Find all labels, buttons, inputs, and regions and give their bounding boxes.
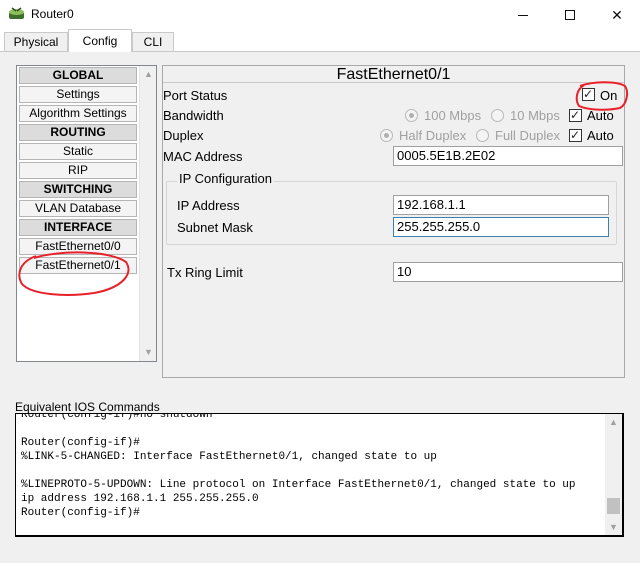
console-scroll-up-icon[interactable]: ▲: [605, 414, 622, 431]
duplex-auto-checkbox[interactable]: [569, 129, 582, 142]
ip-configuration-title: IP Configuration: [177, 171, 274, 186]
window-title: Router0: [31, 7, 74, 21]
bandwidth-100-radio[interactable]: [405, 109, 418, 122]
close-button[interactable]: ✕: [594, 0, 640, 30]
subnet-mask-label: Subnet Mask: [177, 220, 253, 235]
nav-item-vlan-database[interactable]: VLAN Database: [19, 200, 137, 217]
console-output: Router(config-if)#no shutdown Router(con…: [21, 413, 576, 519]
tab-cli[interactable]: CLI: [132, 32, 174, 52]
mac-address-field[interactable]: 0005.5E1B.2E02: [393, 146, 623, 166]
port-status-on-label: On: [600, 88, 618, 103]
ip-address-label: IP Address: [177, 198, 240, 213]
scroll-up-icon[interactable]: ▲: [140, 66, 157, 83]
duplex-label: Duplex: [163, 128, 204, 143]
router-app-icon: [9, 7, 24, 19]
title-bar: Router0 ✕: [0, 0, 640, 30]
port-status-label: Port Status: [163, 88, 228, 103]
duplex-full-radio[interactable]: [476, 129, 489, 142]
maximize-button[interactable]: [547, 0, 593, 30]
tab-config-cover: Config: [68, 29, 132, 52]
nav-header-routing[interactable]: ROUTING: [19, 124, 137, 141]
nav-item-settings[interactable]: Settings: [19, 86, 137, 103]
bandwidth-label: Bandwidth: [163, 108, 224, 123]
nav-header-global[interactable]: GLOBAL: [19, 67, 137, 84]
nav-item-rip[interactable]: RIP: [19, 162, 137, 179]
bandwidth-10-radio[interactable]: [491, 109, 504, 122]
nav-scrollbar[interactable]: ▲ ▼: [139, 66, 156, 361]
subnet-mask-field[interactable]: 255.255.255.0: [393, 217, 609, 237]
ios-commands-label: Equivalent IOS Commands: [15, 400, 160, 414]
bandwidth-10-label: 10 Mbps: [510, 108, 560, 123]
ip-address-field[interactable]: 192.168.1.1: [393, 195, 609, 215]
duplex-half-radio[interactable]: [380, 129, 393, 142]
nav-item-algorithm-settings[interactable]: Algorithm Settings: [19, 105, 137, 122]
console-scrollbar[interactable]: ▲ ▼: [605, 414, 622, 535]
console-scroll-thumb[interactable]: [607, 498, 620, 514]
bandwidth-auto-checkbox[interactable]: [569, 109, 582, 122]
scroll-down-icon[interactable]: ▼: [140, 344, 157, 361]
nav-header-interface[interactable]: INTERFACE: [19, 219, 137, 236]
nav-item-fastethernet0-1[interactable]: FastEthernet0/1: [19, 257, 137, 274]
console-scroll-down-icon[interactable]: ▼: [605, 519, 622, 535]
panel-title: FastEthernet0/1: [163, 66, 624, 83]
ios-commands-console[interactable]: Router(config-if)#no shutdown Router(con…: [15, 413, 624, 537]
mac-address-label: MAC Address: [163, 149, 243, 164]
bandwidth-100-label: 100 Mbps: [424, 108, 482, 123]
port-status-checkbox[interactable]: [582, 88, 595, 101]
bandwidth-auto-label: Auto: [587, 108, 614, 123]
nav-header-switching[interactable]: SWITCHING: [19, 181, 137, 198]
window-bottom-edge: [0, 563, 640, 569]
tx-ring-limit-label: Tx Ring Limit: [167, 265, 243, 280]
config-nav-list[interactable]: GLOBAL Settings Algorithm Settings ROUTI…: [16, 65, 157, 362]
nav-item-static[interactable]: Static: [19, 143, 137, 160]
minimize-button[interactable]: [500, 0, 546, 30]
duplex-half-label: Half Duplex: [399, 128, 467, 143]
tab-physical[interactable]: Physical: [4, 32, 68, 52]
duplex-full-label: Full Duplex: [495, 128, 561, 143]
tx-ring-limit-field[interactable]: 10: [393, 262, 623, 282]
nav-item-fastethernet0-0[interactable]: FastEthernet0/0: [19, 238, 137, 255]
duplex-auto-label: Auto: [587, 128, 614, 143]
